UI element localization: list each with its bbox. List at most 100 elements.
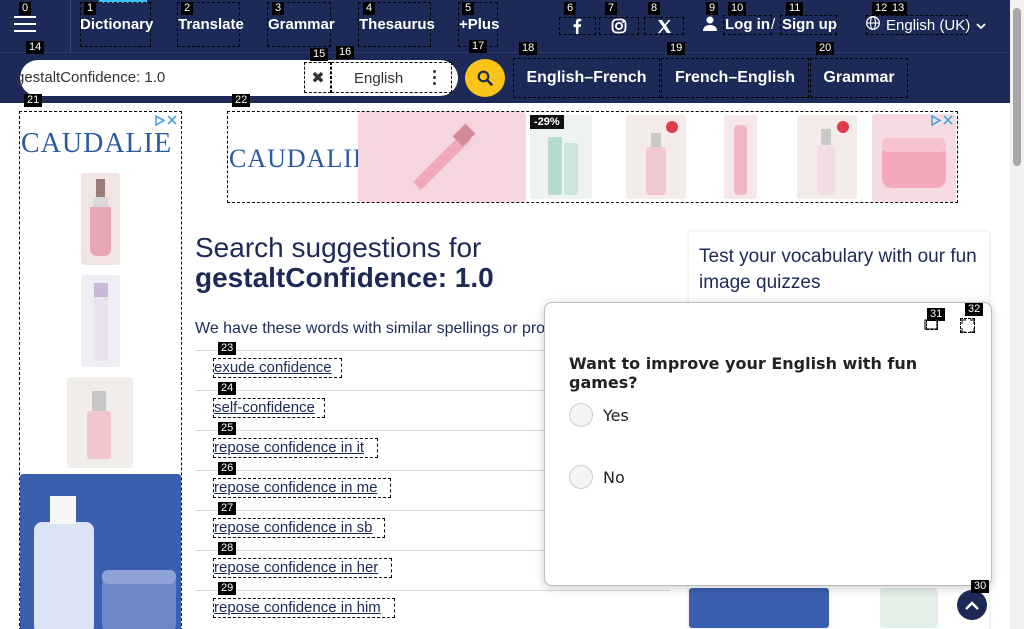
option-label: Yes	[603, 405, 629, 425]
badge: 8	[648, 2, 661, 15]
badge: 6	[564, 2, 577, 15]
ad-product-image	[81, 275, 120, 367]
tab-grammar[interactable]: Grammar	[810, 60, 908, 96]
radio-button[interactable]	[569, 465, 593, 489]
badge: 24	[218, 382, 237, 395]
discount-badge: -29%	[530, 115, 564, 129]
badge: 0	[19, 2, 32, 15]
tab-english-french[interactable]: English–French	[513, 60, 660, 96]
search-icon	[477, 70, 493, 86]
badge: 12	[872, 2, 891, 15]
x-icon[interactable]	[647, 17, 681, 35]
badge: 10	[728, 2, 747, 15]
ad-brand-logo: CAUDALIE	[21, 128, 173, 159]
badge: 25	[218, 422, 237, 435]
scrollbar[interactable]	[1010, 0, 1024, 629]
suggestion-link[interactable]: repose confidence in me	[214, 479, 377, 496]
suggestion-link[interactable]: self-confidence	[214, 399, 315, 416]
tab-french-english[interactable]: French–English	[661, 60, 809, 96]
badge: 20	[816, 42, 835, 55]
language-selector[interactable]: English (UK)	[866, 16, 986, 34]
badge: 13	[889, 2, 908, 15]
popup-question: Want to improve your English with fun ga…	[569, 354, 918, 392]
badge: 18	[519, 42, 538, 55]
minimize-box	[926, 320, 938, 330]
badge: 7	[605, 2, 618, 15]
badge: 32	[965, 303, 984, 316]
language-label: English (UK)	[886, 16, 971, 34]
scroll-to-top-button[interactable]	[957, 590, 987, 620]
badge: 15	[310, 48, 329, 61]
banner-product-image: -29%	[530, 115, 592, 199]
nav-plus[interactable]: +Plus	[459, 16, 499, 33]
nav-dictionary[interactable]: Dictionary	[80, 16, 153, 33]
quiz-title[interactable]: Test your vocabulary with our fun image …	[699, 244, 979, 296]
banner-product-image	[872, 114, 956, 202]
nav-thesaurus[interactable]: Thesaurus	[359, 16, 435, 33]
badge: 14	[26, 41, 45, 54]
badge: 19	[667, 42, 686, 55]
badge: 30	[971, 580, 990, 593]
suggestion-link[interactable]: repose confidence in sb	[214, 519, 372, 536]
ad-product-image	[67, 377, 133, 468]
badge: 31	[927, 308, 946, 321]
radio-button[interactable]	[569, 403, 593, 427]
badge: 27	[218, 502, 237, 515]
nav-grammar[interactable]: Grammar	[268, 16, 335, 33]
facebook-icon[interactable]	[560, 17, 594, 35]
sidebar-ad-image	[689, 588, 829, 628]
survey-popup: Want to improve your English with fun ga…	[544, 302, 992, 586]
clear-box	[304, 62, 331, 93]
suggestion-link[interactable]: exude confidence	[214, 359, 332, 376]
badge: 9	[706, 2, 719, 15]
option-label: No	[603, 467, 625, 487]
badge: 28	[218, 542, 237, 555]
banner-product-image	[797, 115, 857, 199]
option-yes[interactable]: Yes	[569, 403, 629, 427]
chevron-up-icon	[965, 601, 979, 610]
nav-translate[interactable]: Translate	[178, 16, 244, 33]
banner-product-image	[358, 112, 526, 202]
globe-icon	[866, 16, 880, 34]
instagram-icon[interactable]	[602, 17, 636, 35]
badge: 17	[469, 40, 488, 53]
badge: 11	[786, 2, 804, 15]
scrollbar-thumb[interactable]	[1013, 8, 1021, 166]
search-query-title: gestaltConfidence: 1.0	[195, 262, 494, 293]
badge: 1	[84, 2, 97, 15]
suggestion-link[interactable]: repose confidence in it	[214, 439, 364, 456]
banner-product-image	[724, 115, 757, 199]
ad-choices-icon[interactable]	[925, 113, 953, 127]
login-link[interactable]: Log in	[725, 16, 770, 33]
page-title: Search suggestions for	[195, 232, 482, 263]
search-button[interactable]	[465, 59, 505, 97]
ad-product-image	[81, 173, 120, 265]
badge: 16	[336, 46, 355, 59]
banner-product-image	[626, 115, 686, 199]
badge: 26	[218, 462, 237, 475]
menu-icon[interactable]	[14, 16, 36, 34]
suggestions-intro: We have these words with similar spellin…	[195, 320, 555, 337]
search-input[interactable]	[16, 69, 296, 86]
suggestion-link[interactable]: repose confidence in her	[214, 559, 378, 576]
banner-brand-logo: CAUDALIE	[229, 144, 370, 173]
badge: 29	[218, 582, 237, 595]
expand-box	[960, 318, 975, 333]
sidebar-ad-image	[880, 588, 938, 628]
divider	[70, 0, 71, 52]
badge: 21	[24, 94, 43, 107]
badge: 5	[462, 2, 475, 15]
ad-product-image	[20, 474, 181, 629]
chevron-down-icon	[976, 17, 986, 34]
ad-choices-icon[interactable]	[149, 113, 177, 127]
user-icon	[703, 16, 717, 35]
badge: 3	[272, 2, 285, 15]
badge: 4	[363, 2, 376, 15]
badge: 2	[181, 2, 194, 15]
suggestion-link[interactable]: repose confidence in him	[214, 599, 381, 616]
signup-link[interactable]: Sign up	[782, 16, 837, 33]
badge: 23	[218, 342, 237, 355]
option-no[interactable]: No	[569, 465, 625, 489]
language-select-box	[331, 62, 452, 93]
auth-separator: /	[771, 16, 776, 33]
